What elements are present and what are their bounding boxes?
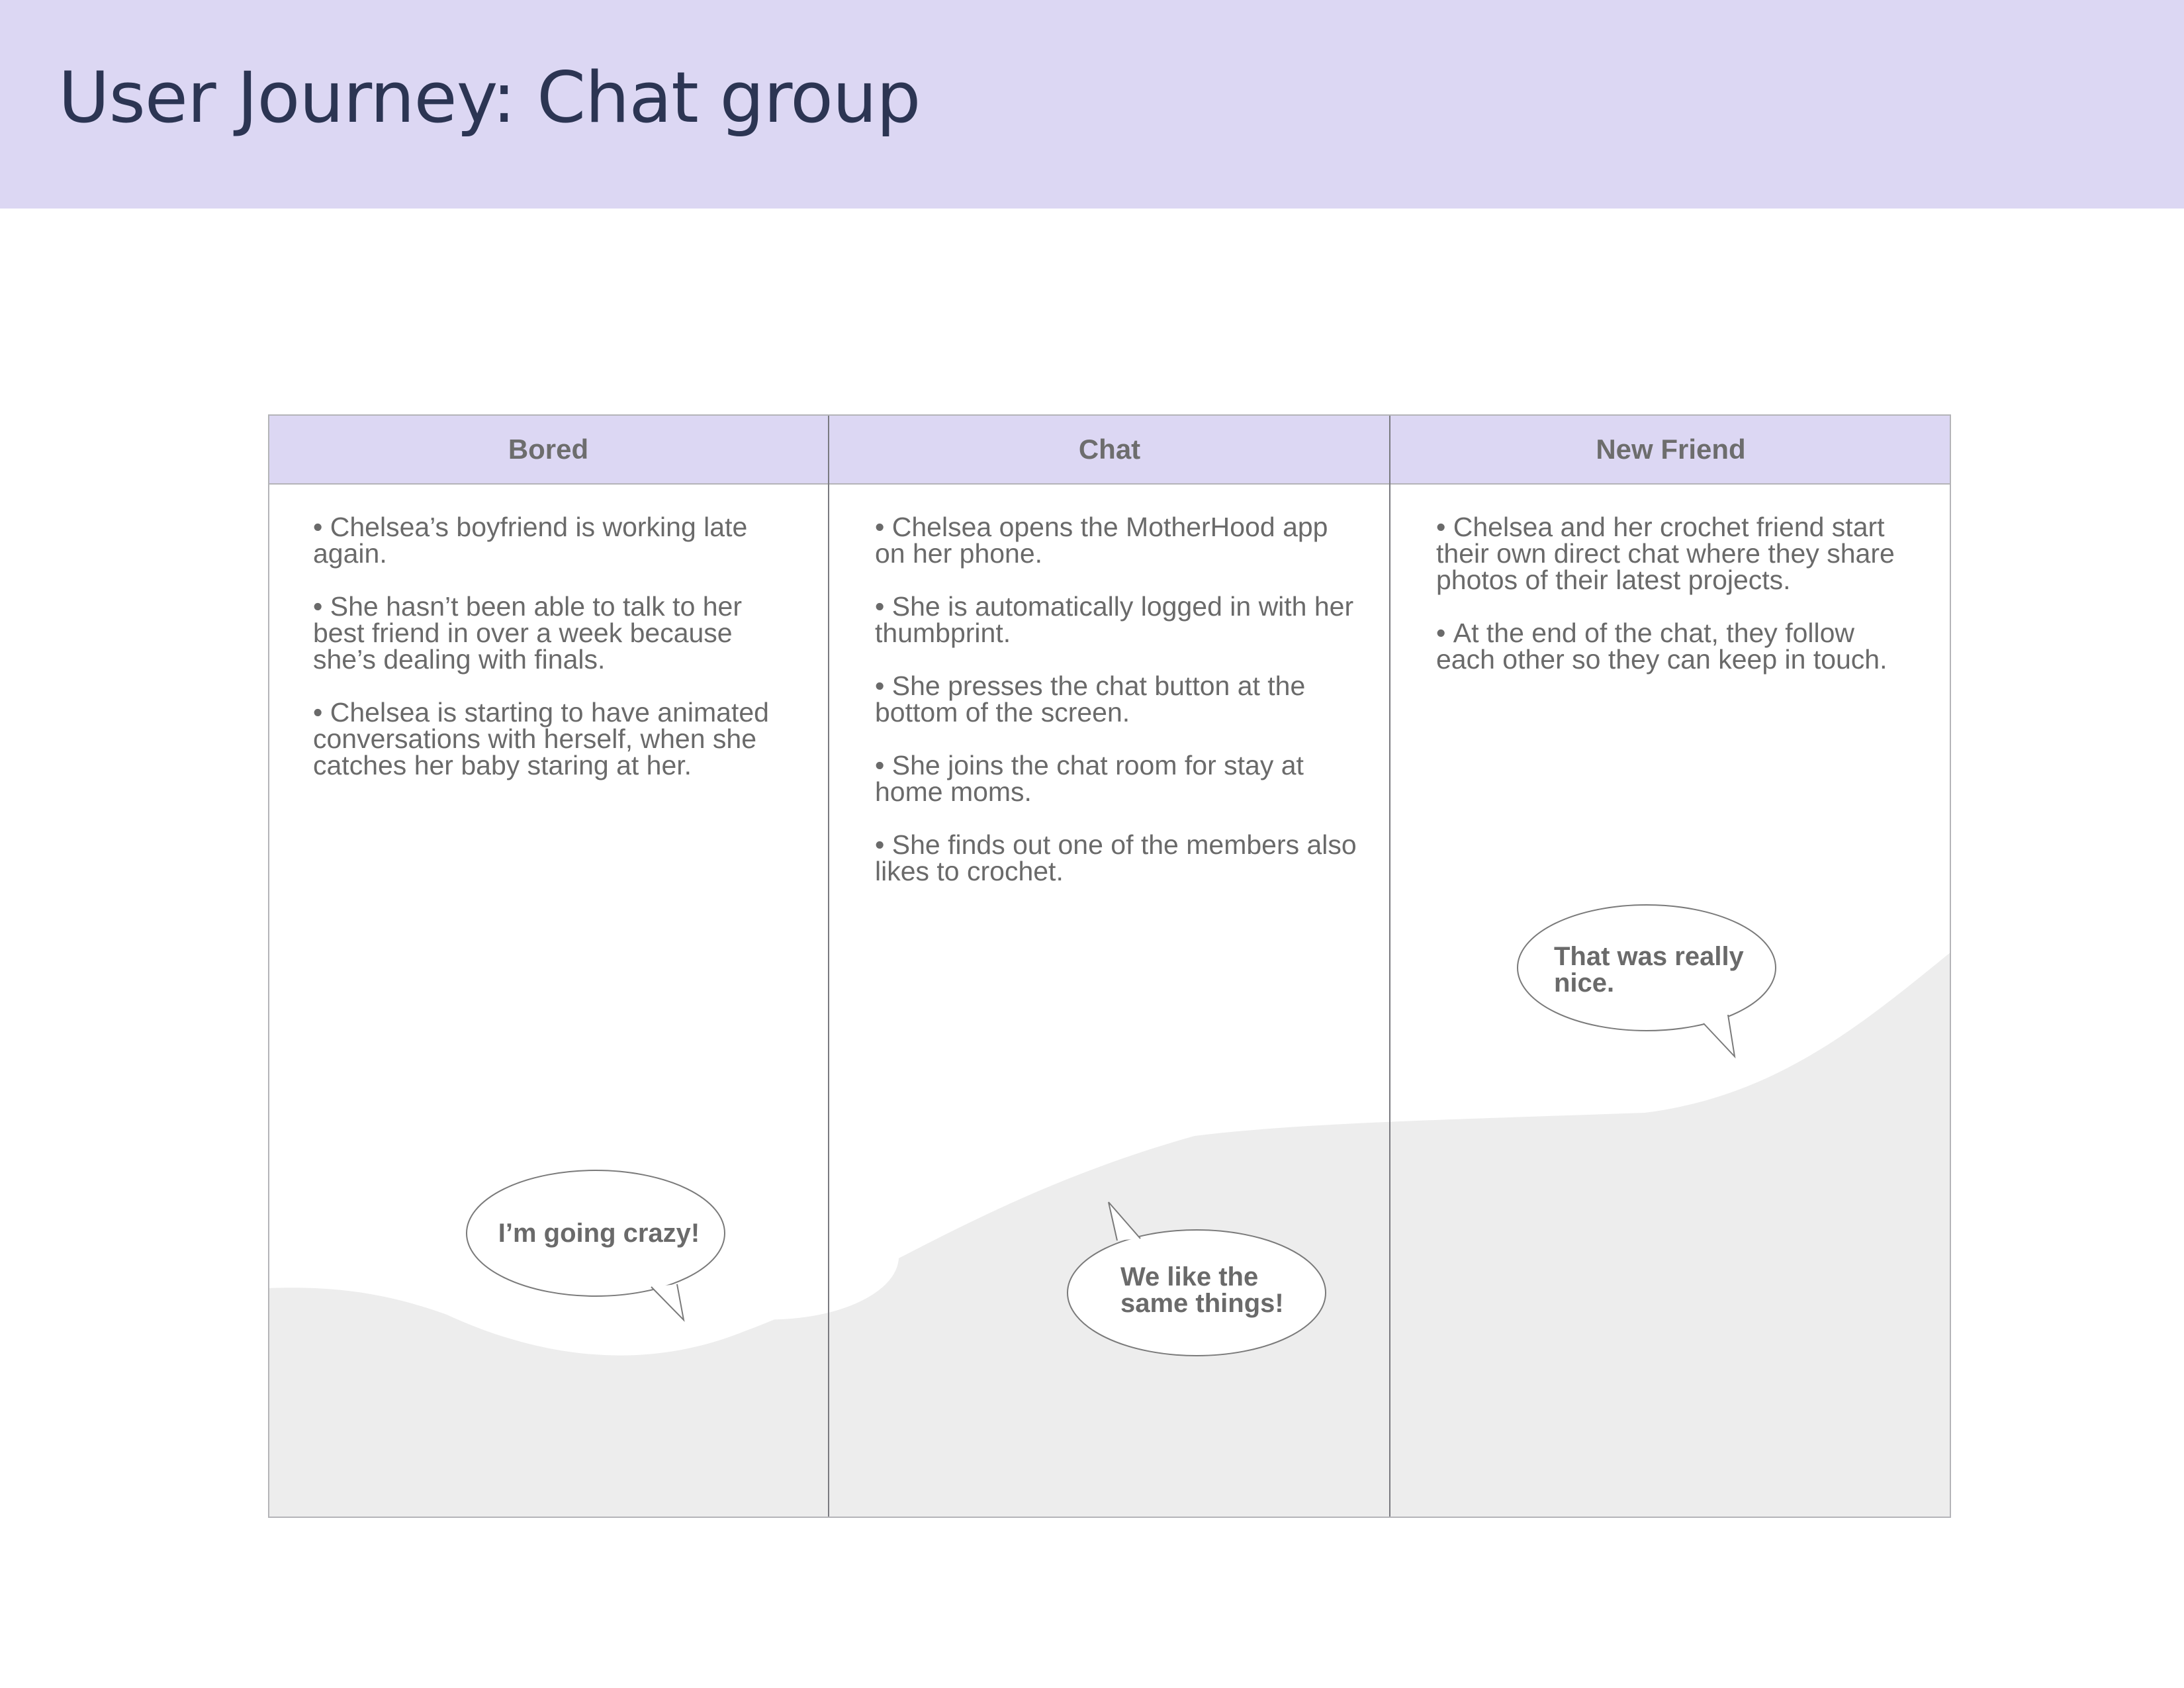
column-divider-1 xyxy=(828,414,829,1518)
list-item: Chelsea is starting to have animated con… xyxy=(313,699,796,779)
list-item: She hasn’t been able to talk to her best… xyxy=(313,593,796,673)
stage-header-chat: Chat xyxy=(1078,433,1141,465)
list-item: She presses the chat button at the botto… xyxy=(875,673,1358,726)
list-item: She is automatically logged in with her … xyxy=(875,593,1358,647)
list-item: Chelsea’s boyfriend is working late agai… xyxy=(313,514,796,567)
stage-header-new-friend: New Friend xyxy=(1596,433,1746,465)
column-divider-2 xyxy=(1389,414,1390,1518)
list-item: Chelsea and her crochet friend start the… xyxy=(1436,514,1919,594)
header-rule xyxy=(268,483,1951,485)
stage-header-row: Bored Chat New Friend xyxy=(268,414,1951,484)
stage-body-new-friend: Chelsea and her crochet friend start the… xyxy=(1436,514,1919,699)
list-item: She joins the chat room for stay at home… xyxy=(875,752,1358,806)
page-title: User Journey: Chat group xyxy=(58,57,921,138)
journey-map: Bored Chat New Friend Chelsea’s boyfrien… xyxy=(268,414,1951,1518)
speech-bubble-chat-text: We like the same things! xyxy=(1120,1262,1284,1318)
list-item: Chelsea opens the MotherHood app on her … xyxy=(875,514,1358,567)
speech-bubble-bored-text: I’m going crazy! xyxy=(498,1219,700,1248)
stage-header-bored: Bored xyxy=(508,433,589,465)
list-item: At the end of the chat, they follow each… xyxy=(1436,620,1919,673)
list-item: She finds out one of the members also li… xyxy=(875,831,1358,885)
speech-bubble-new-friend-text: That was really nice. xyxy=(1554,942,1744,998)
stage-body-bored: Chelsea’s boyfriend is working late agai… xyxy=(313,514,796,805)
stage-body-chat: Chelsea opens the MotherHood app on her … xyxy=(875,514,1358,911)
